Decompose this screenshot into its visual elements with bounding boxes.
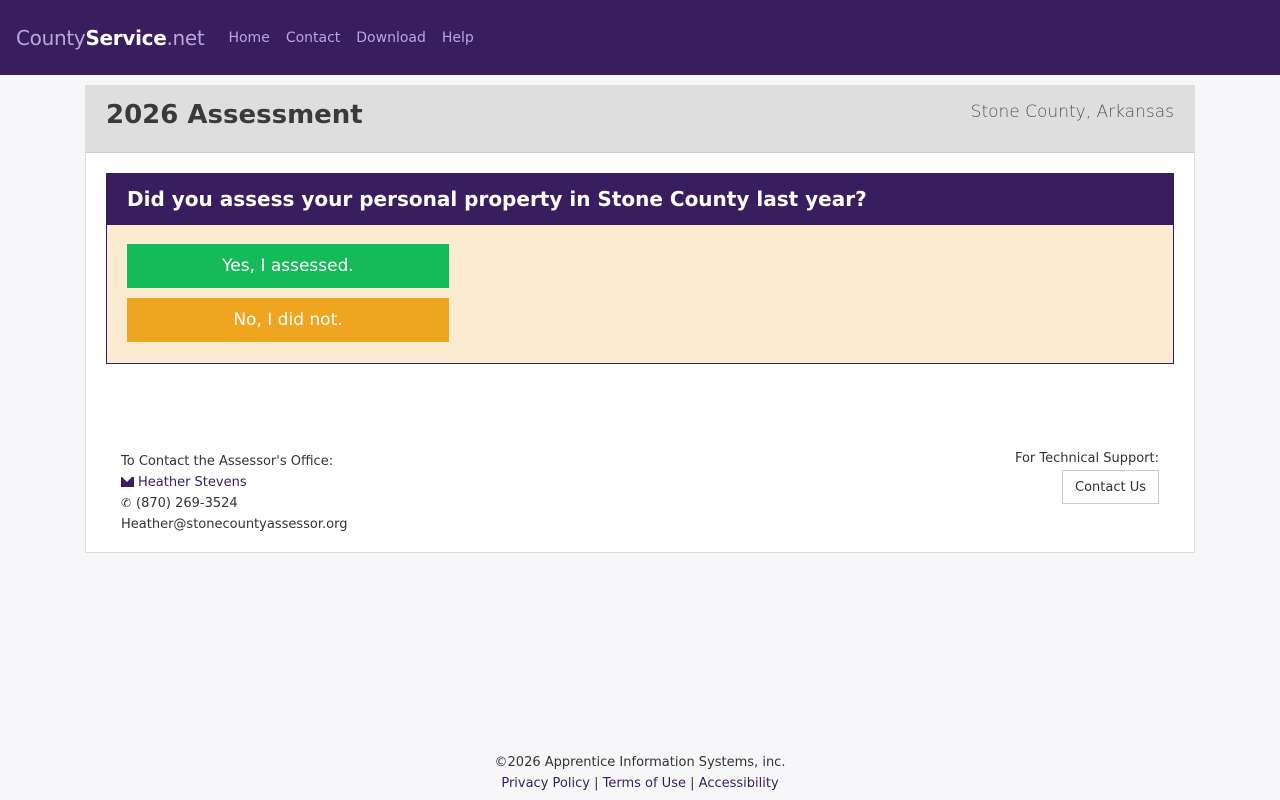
panel-heading: 2026 Assessment Stone County, Arkansas: [86, 86, 1194, 153]
footer-links: Privacy Policy | Terms of Use | Accessib…: [0, 773, 1280, 794]
page-title: 2026 Assessment: [106, 100, 363, 130]
brand-service: Service: [85, 25, 167, 50]
privacy-policy-link[interactable]: Privacy Policy: [501, 776, 590, 791]
tech-support-heading: For Technical Support:: [1014, 451, 1159, 466]
question-heading: Did you assess your personal property in…: [107, 174, 1173, 225]
no-did-not-button[interactable]: No, I did not.: [127, 298, 449, 342]
assessor-email: Heather@stonecountyassessor.org: [121, 517, 348, 532]
nav-download[interactable]: Download: [348, 30, 434, 46]
nav-links: Home Contact Download Help: [220, 30, 481, 46]
envelope-icon: [121, 477, 134, 487]
assessor-name-link[interactable]: Heather Stevens: [138, 475, 247, 490]
assessor-phone-row: ✆ (870) 269-3524: [121, 493, 347, 514]
phone-icon: ✆: [121, 496, 132, 510]
brand-logo-link[interactable]: CountyService.net: [16, 25, 205, 50]
top-navbar: CountyService.net Home Contact Download …: [0, 0, 1280, 75]
county-label: Stone County, Arkansas: [970, 102, 1174, 122]
assessor-contact: To Contact the Assessor's Office: Heathe…: [121, 451, 347, 535]
copyright-text: ©2026 Apprentice Information Systems, in…: [494, 755, 786, 770]
yes-assessed-button[interactable]: Yes, I assessed.: [127, 244, 449, 288]
nav-home[interactable]: Home: [220, 30, 277, 46]
tech-support: For Technical Support: Contact Us: [1015, 451, 1159, 504]
assessor-name-row: Heather Stevens: [121, 472, 347, 493]
assessment-panel: 2026 Assessment Stone County, Arkansas D…: [85, 85, 1195, 553]
footer-separator: |: [690, 776, 695, 791]
terms-of-use-link[interactable]: Terms of Use: [603, 776, 686, 791]
page-footer: ©2026 Apprentice Information Systems, in…: [0, 752, 1280, 794]
question-box: Did you assess your personal property in…: [106, 173, 1174, 364]
assessor-contact-heading: To Contact the Assessor's Office:: [121, 454, 334, 469]
contact-us-button[interactable]: Contact Us: [1062, 470, 1159, 504]
brand-county: County: [16, 25, 86, 50]
accessibility-link[interactable]: Accessibility: [699, 776, 779, 791]
brand-net: .net: [166, 25, 205, 50]
nav-help[interactable]: Help: [434, 30, 482, 46]
assessor-phone: (870) 269-3524: [136, 496, 238, 511]
footer-separator: |: [594, 776, 599, 791]
nav-contact[interactable]: Contact: [278, 30, 348, 46]
